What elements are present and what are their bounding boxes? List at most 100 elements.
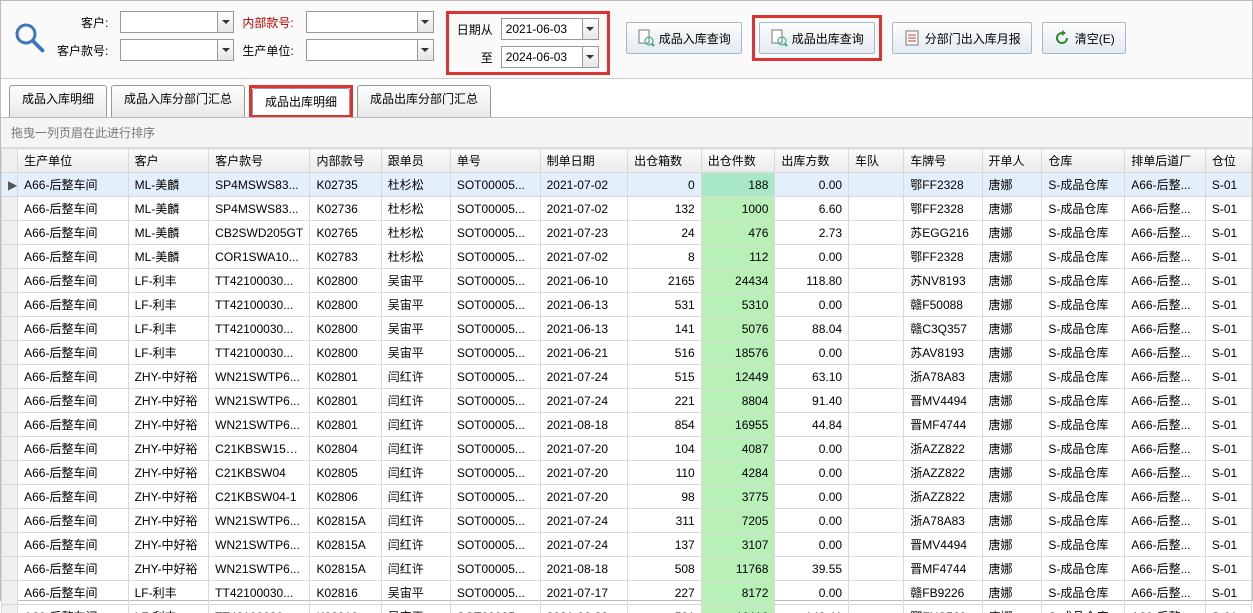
cell[interactable]: 唐娜 <box>982 533 1042 557</box>
cell[interactable]: 杜杉松 <box>381 221 450 245</box>
cell[interactable]: K02800 <box>310 317 381 341</box>
col-header[interactable]: 制单日期 <box>540 149 627 173</box>
date-from-combo[interactable] <box>501 18 599 40</box>
cell[interactable]: 2021-06-22 <box>540 605 627 613</box>
cell[interactable]: 112 <box>701 245 775 269</box>
table-row[interactable]: A66-后整车间ZHY-中好裕C21KBSW04-1K02806闫红许SOT00… <box>2 485 1252 509</box>
cell[interactable]: 赣F50088 <box>904 293 982 317</box>
table-row[interactable]: A66-后整车间ZHY-中好裕C21KBSW04K02805闫红许SOT0000… <box>2 461 1252 485</box>
cell[interactable]: 唐娜 <box>982 389 1042 413</box>
cell[interactable]: 63.10 <box>775 365 849 389</box>
cell[interactable]: 5310 <box>701 293 775 317</box>
cell[interactable]: S-01 <box>1205 509 1251 533</box>
customer-code-input[interactable] <box>121 40 217 60</box>
cell[interactable]: 苏AV8193 <box>904 341 982 365</box>
cell[interactable]: 0.00 <box>775 437 849 461</box>
cell[interactable]: 0.00 <box>775 461 849 485</box>
cell[interactable]: 221 <box>628 389 702 413</box>
cell[interactable]: K02804 <box>310 437 381 461</box>
cell[interactable]: A66-后整车间 <box>18 533 128 557</box>
cell[interactable]: 104 <box>628 437 702 461</box>
cell[interactable]: SOT00005... <box>450 365 540 389</box>
cell[interactable]: A66-后整车间 <box>18 245 128 269</box>
cell[interactable]: ML-美麟 <box>128 197 209 221</box>
cell[interactable]: A66-后整... <box>1125 533 1206 557</box>
cell[interactable]: 2021-06-10 <box>540 269 627 293</box>
cell[interactable]: 2021-07-20 <box>540 461 627 485</box>
cell[interactable]: SOT00005... <box>450 533 540 557</box>
cell[interactable]: LF-利丰 <box>128 605 209 613</box>
cell[interactable]: S-01 <box>1205 317 1251 341</box>
col-header[interactable]: 生产单位 <box>18 149 128 173</box>
cell[interactable]: K02816 <box>310 605 381 613</box>
data-grid[interactable]: 生产单位客户客户款号内部款号跟单员单号制单日期出仓箱数出仓件数出库方数车队车牌号… <box>1 148 1252 613</box>
cell[interactable]: 闫红许 <box>381 485 450 509</box>
cell[interactable]: LF-利丰 <box>128 317 209 341</box>
col-header[interactable]: 客户款号 <box>209 149 310 173</box>
cell[interactable]: C21KBSW15V-1 <box>209 437 310 461</box>
cell[interactable]: 晋MF4744 <box>904 413 982 437</box>
cell[interactable]: S-01 <box>1205 173 1251 197</box>
prod-unit-input[interactable] <box>307 40 417 60</box>
table-row[interactable]: A66-后整车间LF-利丰TT42100030...K02800吴宙平SOT00… <box>2 293 1252 317</box>
cell[interactable]: 闫红许 <box>381 437 450 461</box>
cell[interactable]: S-成品仓库 <box>1042 485 1125 509</box>
table-row[interactable]: A66-后整车间ZHY-中好裕WN21SWTP6...K02801闫红许SOT0… <box>2 413 1252 437</box>
cell[interactable]: A66-后整车间 <box>18 341 128 365</box>
cell[interactable]: S-成品仓库 <box>1042 533 1125 557</box>
cell[interactable]: ML-美麟 <box>128 245 209 269</box>
cell[interactable]: 闫红许 <box>381 533 450 557</box>
cell[interactable]: 浙AZZ822 <box>904 485 982 509</box>
cell[interactable]: 2021-08-18 <box>540 557 627 581</box>
cell[interactable]: 2165 <box>628 269 702 293</box>
cell[interactable]: A66-后整... <box>1125 413 1206 437</box>
cell[interactable] <box>849 605 904 613</box>
cell[interactable]: C21KBSW04 <box>209 461 310 485</box>
cell[interactable]: 唐娜 <box>982 341 1042 365</box>
cell[interactable]: A66-后整车间 <box>18 509 128 533</box>
cell[interactable]: COR1SWA10... <box>209 245 310 269</box>
cell[interactable]: 2021-07-20 <box>540 437 627 461</box>
internal-code-combo[interactable] <box>306 11 434 33</box>
cell[interactable]: A66-后整... <box>1125 437 1206 461</box>
table-row[interactable]: A66-后整车间LF-利丰TT42100030...K02800吴宙平SOT00… <box>2 317 1252 341</box>
cell[interactable]: 唐娜 <box>982 269 1042 293</box>
cell[interactable]: 515 <box>628 365 702 389</box>
cell[interactable]: LF-利丰 <box>128 293 209 317</box>
cell[interactable]: ZHY-中好裕 <box>128 461 209 485</box>
cell[interactable]: 4087 <box>701 437 775 461</box>
cell[interactable]: K02806 <box>310 485 381 509</box>
cell[interactable]: A66-后整... <box>1125 365 1206 389</box>
cell[interactable]: S-01 <box>1205 293 1251 317</box>
cell[interactable]: 11768 <box>701 557 775 581</box>
cell[interactable]: A66-后整车间 <box>18 221 128 245</box>
cell[interactable]: TT42100030... <box>209 317 310 341</box>
cell[interactable]: 0.00 <box>775 533 849 557</box>
cell[interactable]: C21KBSW04-1 <box>209 485 310 509</box>
cell[interactable]: A66-后整... <box>1125 317 1206 341</box>
cell[interactable]: 浙AZZ822 <box>904 437 982 461</box>
cell[interactable]: 杜杉松 <box>381 245 450 269</box>
cell[interactable]: 5076 <box>701 317 775 341</box>
cell[interactable]: A66-后整车间 <box>18 605 128 613</box>
table-row[interactable]: A66-后整车间ZHY-中好裕WN21SWTP6...K02801闫红许SOT0… <box>2 365 1252 389</box>
cell[interactable]: S-成品仓库 <box>1042 605 1125 613</box>
cell[interactable]: 476 <box>701 221 775 245</box>
tab-1[interactable]: 成品入库分部门汇总 <box>111 85 245 117</box>
cell[interactable]: 8 <box>628 245 702 269</box>
cell[interactable]: K02801 <box>310 389 381 413</box>
cell[interactable]: SOT00005... <box>450 437 540 461</box>
cell[interactable]: S-成品仓库 <box>1042 389 1125 413</box>
cell[interactable]: 唐娜 <box>982 461 1042 485</box>
cell[interactable]: 杜杉松 <box>381 173 450 197</box>
cell[interactable]: 2021-07-20 <box>540 485 627 509</box>
table-row[interactable]: A66-后整车间ML-美麟CB2SWD205GTK02765杜杉松SOT0000… <box>2 221 1252 245</box>
cell[interactable]: LF-利丰 <box>128 269 209 293</box>
cell[interactable]: S-01 <box>1205 461 1251 485</box>
cell[interactable]: 唐娜 <box>982 365 1042 389</box>
cell[interactable] <box>849 533 904 557</box>
cell[interactable]: 12449 <box>701 365 775 389</box>
col-header[interactable]: 车牌号 <box>904 149 982 173</box>
cell[interactable]: S-01 <box>1205 437 1251 461</box>
cell[interactable]: 6.60 <box>775 197 849 221</box>
